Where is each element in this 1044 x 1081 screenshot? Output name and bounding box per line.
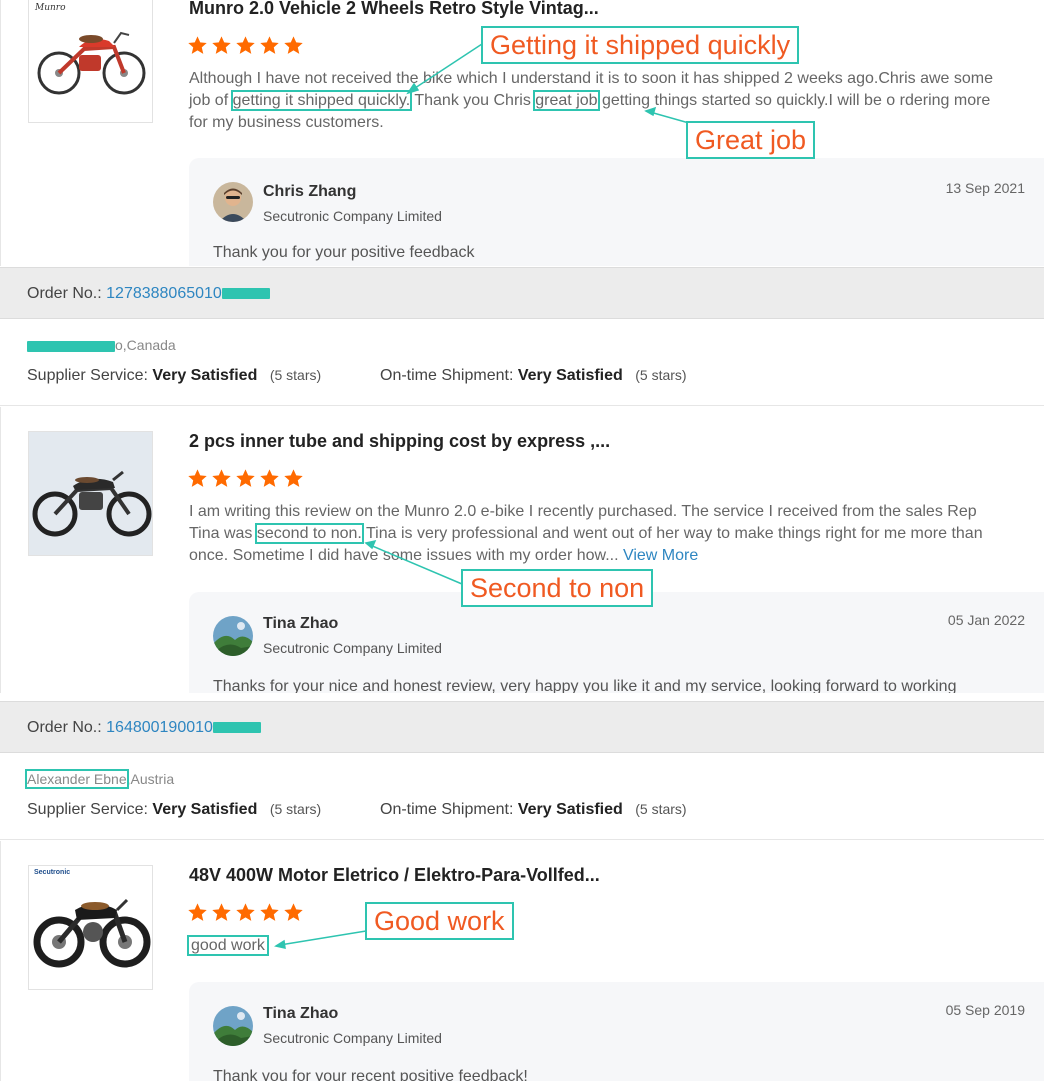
view-more-link[interactable]: View More [623,547,698,564]
product-thumbnail[interactable] [28,431,153,556]
review-text: I am writing this review on the Munro 2.… [189,501,1004,567]
product-title[interactable]: 48V 400W Motor Eletrico / Elektro-Para-V… [189,865,600,886]
star-icon [284,469,303,487]
black-motorbike-image [29,432,152,555]
rating-label: Supplier Service: [27,801,148,818]
highlighted-phrase: second to non. [254,523,364,544]
reply-date: 05 Jan 2022 [947,612,1025,628]
review-text-part: Thank you Chris [410,92,536,109]
order-number-link[interactable]: 1278388065010 [106,285,222,302]
review-text: good work [187,935,269,957]
rating-stars-note: (5 stars) [635,801,687,817]
rating-label: On-time Shipment: [380,367,514,384]
avatar [213,182,253,222]
star-icon [188,903,207,921]
buyer-location-text: ,Austria [126,771,175,787]
reply-company: Secutronic Company Limited [263,640,442,656]
rating-value: Very Satisfied [517,801,623,818]
product-thumbnail[interactable]: Munro [28,0,153,123]
star-icon [260,903,279,921]
redaction-mask [212,722,261,734]
supplier-service-rating: Supplier Service: Very Satisfied (5 star… [27,801,321,819]
red-motorbike-image [37,31,146,95]
reply-date: 13 Sep 2021 [945,180,1025,196]
rating-stars-note: (5 stars) [269,367,322,383]
star-icon [188,36,207,54]
supplier-reply: Chris Zhang Secutronic Company Limited 1… [189,158,1044,266]
star-icon [212,469,231,487]
callout-great-job: Great job [686,121,816,159]
star-rating [187,35,304,56]
callout-good-work: Good work [365,902,514,940]
order-header: Order No.: 1278388065010 [0,267,1044,319]
electric-motorbike-image [33,898,151,968]
shipment-rating: On-time Shipment: Very Satisfied (5 star… [380,367,687,385]
redaction-mask [27,340,115,352]
thumb-brand-logo: Secutronic [34,869,71,876]
highlighted-phrase: good work [187,935,269,956]
avatar [213,616,253,656]
star-rating [187,902,304,923]
star-icon [284,903,303,921]
review-block-2: 2 pcs inner tube and shipping cost by ex… [0,407,1044,693]
star-icon [236,36,255,54]
avatar [213,1006,253,1046]
reply-company: Secutronic Company Limited [263,1030,442,1046]
order-number-link[interactable]: 164800190010 [106,719,213,736]
rating-stars-note: (5 stars) [269,801,322,817]
reply-date: 05 Sep 2019 [945,1002,1025,1018]
redaction-mask [221,288,270,300]
highlighted-phrase: getting it shipped quickly. [230,90,413,111]
star-rating [187,468,304,489]
supplier-reply: Tina Zhao Secutronic Company Limited 05 … [189,592,1044,693]
reply-text: Thank you for your positive feedback [213,244,475,261]
rating-label: On-time Shipment: [380,801,514,818]
callout-shipped: Getting it shipped quickly [481,26,800,64]
review-text: Although I have not received the bike wh… [189,68,1004,134]
thumb-brand-logo: Munro [35,3,66,13]
rating-value: Very Satisfied [152,367,258,384]
review-block-3: Secutronic 48V 400W Motor Eletrico / Ele… [0,841,1044,1081]
highlighted-phrase: great job [533,90,600,111]
shipment-rating: On-time Shipment: Very Satisfied (5 star… [380,801,687,819]
product-title[interactable]: Munro 2.0 Vehicle 2 Wheels Retro Style V… [189,0,599,19]
order-number-row: Order No.: 164800190010 [27,719,261,737]
star-icon [260,36,279,54]
product-thumbnail[interactable]: Secutronic [28,865,153,990]
rating-stars-note: (5 stars) [635,367,687,383]
star-icon [236,903,255,921]
buyer-location: o,Canada [27,337,176,353]
order-header: Order No.: 164800190010 [0,701,1044,753]
star-icon [236,469,255,487]
buyer-name: Alexander Ebne [25,769,129,789]
reply-text: Thank you for your recent positive feedb… [213,1068,528,1081]
rating-label: Supplier Service: [27,367,148,384]
order-label: Order No.: [27,719,102,736]
star-icon [188,469,207,487]
rating-value: Very Satisfied [517,367,623,384]
reply-author-name: Tina Zhao [263,615,339,632]
reply-author-name: Tina Zhao [263,1005,339,1022]
order-number-row: Order No.: 1278388065010 [27,285,270,303]
reply-author-name: Chris Zhang [263,183,357,200]
reply-text: Thanks for your nice and honest review, … [213,678,957,693]
buyer-location: Alexander Ebne,Austria [25,769,175,789]
rating-value: Very Satisfied [152,801,258,818]
callout-second-to-non: Second to non [461,569,654,607]
product-title[interactable]: 2 pcs inner tube and shipping cost by ex… [189,431,610,452]
buyer-location-text: o,Canada [115,337,176,353]
buyer-info: Alexander Ebne,Austria Supplier Service:… [0,754,1044,840]
buyer-info: o,Canada Supplier Service: Very Satisfie… [0,320,1044,406]
reply-company: Secutronic Company Limited [263,208,442,224]
supplier-service-rating: Supplier Service: Very Satisfied (5 star… [27,367,321,385]
supplier-reply: Tina Zhao Secutronic Company Limited 05 … [189,982,1044,1081]
star-icon [212,903,231,921]
star-icon [260,469,279,487]
order-label: Order No.: [27,285,102,302]
star-icon [284,36,303,54]
star-icon [212,36,231,54]
